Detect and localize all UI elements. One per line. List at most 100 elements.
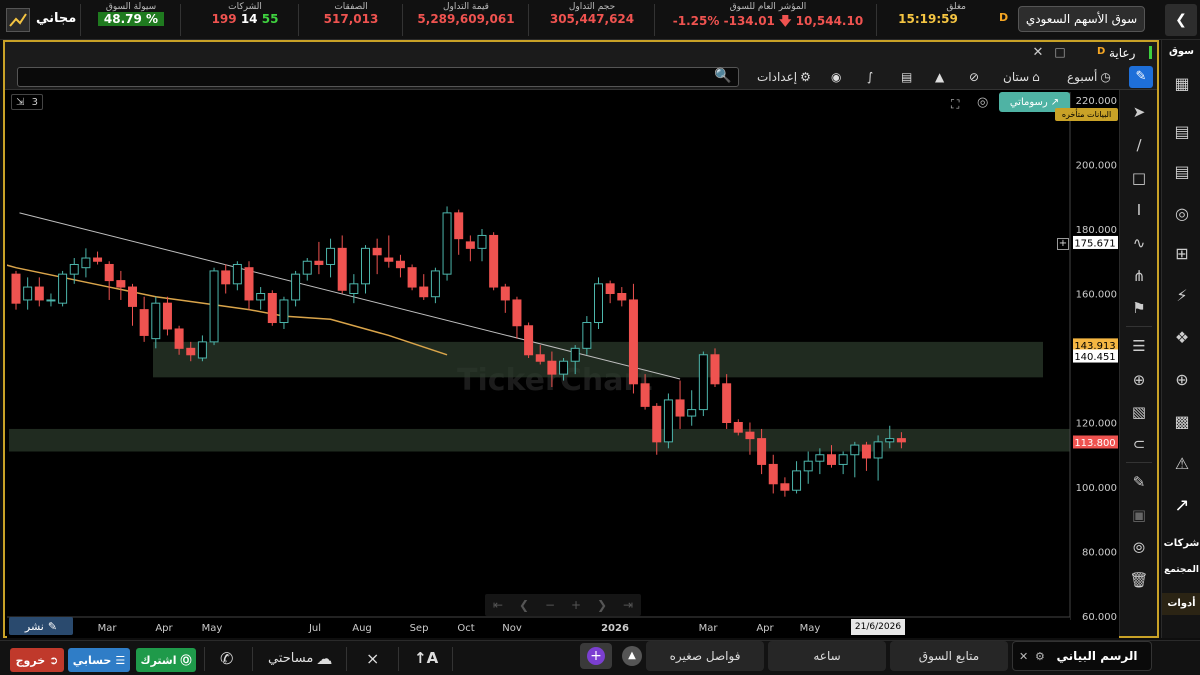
candle-body xyxy=(559,360,569,375)
sidebar-community-tab[interactable]: المجتمع xyxy=(1162,565,1200,575)
logout-button[interactable]: خروج ➲ xyxy=(10,648,64,672)
candle-body xyxy=(873,441,883,459)
series-count-badge[interactable]: ⇲ 3 xyxy=(11,94,43,110)
symbol-search-input[interactable] xyxy=(17,67,739,87)
window-restore-button[interactable]: □ xyxy=(1051,45,1069,61)
candle-body xyxy=(104,263,114,282)
x-tick-label: May xyxy=(202,623,223,634)
hide-drawings-button[interactable]: ◎ xyxy=(977,95,988,110)
rectangle-tool[interactable]: □ xyxy=(1129,168,1149,188)
sidebar-item-radar[interactable]: ◎ xyxy=(1168,200,1196,228)
y-tick-label: 120.000 xyxy=(1076,419,1117,430)
report-icon: ▤ xyxy=(1174,162,1190,181)
interval-label: أسبوع xyxy=(1067,70,1098,84)
my-space-button[interactable]: مساحتي ☁ xyxy=(268,649,332,668)
add-tab-button[interactable]: + xyxy=(580,643,612,669)
search-button[interactable]: 🔍 xyxy=(711,68,735,86)
measure-tool[interactable]: ▧ xyxy=(1129,402,1149,422)
trades-label: الصفقات xyxy=(334,2,368,12)
settings-button[interactable]: إعدادات ⚙ xyxy=(757,68,811,86)
object-list-tool[interactable]: ☰ xyxy=(1129,336,1149,356)
delayed-data-badge: البيانات متأخره xyxy=(1055,108,1118,121)
radar-icon: ◎ xyxy=(1175,204,1189,223)
last-icon[interactable]: ⇥ xyxy=(623,598,633,612)
volume-label: حجم التداول xyxy=(568,2,616,12)
window-close-button[interactable]: ✕ xyxy=(1029,45,1047,61)
next-icon[interactable]: ❯ xyxy=(597,598,607,612)
text-tool[interactable]: I xyxy=(1129,200,1149,220)
tab-clock[interactable]: ساعه xyxy=(768,641,886,671)
my-account-button[interactable]: حسابي ☰ xyxy=(68,648,130,672)
sidebar-tools-tab[interactable]: أدوات xyxy=(1162,593,1200,615)
sidebar-companies-tab[interactable]: شركات xyxy=(1162,538,1200,549)
subscribe-button[interactable]: اشترك Ⓞ xyxy=(136,648,196,672)
draw-mode-button[interactable]: ✎ xyxy=(1129,66,1153,88)
sidebar-item-trend[interactable]: ↗ xyxy=(1168,492,1196,520)
chart-window: رعاية D ✕ □ 🔍 إعدادات ⚙ ◉ ∫ ▤ ▲ ⊘ ستان ⌂… xyxy=(3,40,1159,638)
share-button[interactable]: نشر ✎ xyxy=(9,617,73,635)
sidebar-item-alerts[interactable]: ⚠ xyxy=(1168,450,1196,478)
collapse-button[interactable]: ❮ xyxy=(1165,4,1197,36)
interval-button[interactable]: أسبوع ◷ xyxy=(1067,68,1111,86)
candle-body xyxy=(500,286,510,301)
fit-screen-button[interactable]: ⨯ xyxy=(366,649,379,668)
cursor-tool[interactable]: ➤ xyxy=(1129,102,1149,122)
candle-body xyxy=(768,463,778,485)
candle-body xyxy=(698,354,708,411)
sidebar-item-bars[interactable]: ▩ xyxy=(1168,408,1196,436)
prev-icon[interactable]: ❮ xyxy=(519,598,529,612)
font-size-button[interactable]: ↑A xyxy=(414,649,438,667)
alerts-button[interactable]: ▲ xyxy=(935,68,944,86)
x-tick-label: Nov xyxy=(502,623,522,634)
tab-close-icon[interactable]: ✕ xyxy=(1019,650,1028,663)
candle-body xyxy=(628,299,638,385)
fullscreen-button[interactable]: ⛶ xyxy=(951,97,959,112)
candle-body xyxy=(687,409,697,417)
sidebar-item-puzzle[interactable]: ❖ xyxy=(1168,324,1196,352)
sidebar-item-reports[interactable]: ▤ xyxy=(1168,158,1196,186)
price-chart[interactable]: TickerChart220.000200.000180.000160.0001… xyxy=(7,92,1119,638)
indicators-button[interactable]: ∫ xyxy=(867,68,873,86)
hide-tool[interactable]: ⦾ xyxy=(1129,538,1149,558)
studies-button[interactable]: ▤ xyxy=(901,68,912,86)
zoom-out-icon[interactable]: − xyxy=(545,598,555,612)
candle-body xyxy=(69,263,79,275)
sidebar-market-tab[interactable]: سوق xyxy=(1162,46,1200,57)
snapshot-button[interactable]: ◉ xyxy=(831,68,841,86)
magnifier-icon: ⊕ xyxy=(1132,371,1146,389)
flag-tool[interactable]: ⚑ xyxy=(1129,298,1149,318)
gear-icon: ⚙ xyxy=(800,70,811,84)
first-icon[interactable]: ⇤ xyxy=(493,598,503,612)
market-selector[interactable]: سوق الأسهم السعودي xyxy=(1018,6,1145,32)
lock-tool[interactable]: ▣ xyxy=(1129,505,1149,525)
magnet-tool[interactable]: ⊂ xyxy=(1129,434,1149,454)
delete-tool[interactable]: 🗑 xyxy=(1129,570,1149,590)
chart-navigator[interactable]: ⇤ ❮ − + ❯ ⇥ xyxy=(485,594,641,616)
companies-label: الشركات xyxy=(228,2,262,12)
line-tool[interactable]: ∕ xyxy=(1129,135,1149,155)
crosshair-add-button[interactable]: + xyxy=(1057,238,1069,250)
sidebar-item-scanner[interactable]: ⊞ xyxy=(1168,240,1196,268)
pattern-icon: ∿ xyxy=(1132,234,1146,252)
sidebar-item-watchlist[interactable]: ▦ xyxy=(1168,70,1196,98)
zoom-in-icon[interactable]: + xyxy=(571,598,581,612)
candle-body xyxy=(384,257,394,262)
sidebar-item-chart-locked[interactable]: ▤ xyxy=(1168,118,1196,146)
tabs-collapse-button[interactable]: ▲ xyxy=(622,646,642,666)
candle-body xyxy=(594,283,603,324)
tab-small-gaps[interactable]: فواصل صغيره xyxy=(646,641,764,671)
lock-drawing-tool[interactable]: ✎ xyxy=(1129,472,1149,492)
zoom-tool[interactable]: ⊕ xyxy=(1129,370,1149,390)
app-logo[interactable] xyxy=(6,8,30,32)
phone-button[interactable]: ✆ xyxy=(220,649,233,668)
compare-button[interactable]: ⊘ xyxy=(969,68,979,86)
fork-tool[interactable]: ⋔ xyxy=(1129,266,1149,286)
candle-body xyxy=(652,405,662,443)
tab-market-tracker[interactable]: متابع السوق xyxy=(890,641,1008,671)
sidebar-item-analysis[interactable]: ⊕ xyxy=(1168,366,1196,394)
tab-settings-icon[interactable]: ⚙ xyxy=(1035,650,1045,663)
tab-chart[interactable]: ✕ ⚙ الرسم البياني xyxy=(1012,641,1152,671)
pattern-tool[interactable]: ∿ xyxy=(1129,233,1149,253)
chart-type-button[interactable]: ستان ⌂ xyxy=(1003,68,1040,86)
sidebar-item-plugins[interactable]: ⚡ xyxy=(1168,282,1196,310)
